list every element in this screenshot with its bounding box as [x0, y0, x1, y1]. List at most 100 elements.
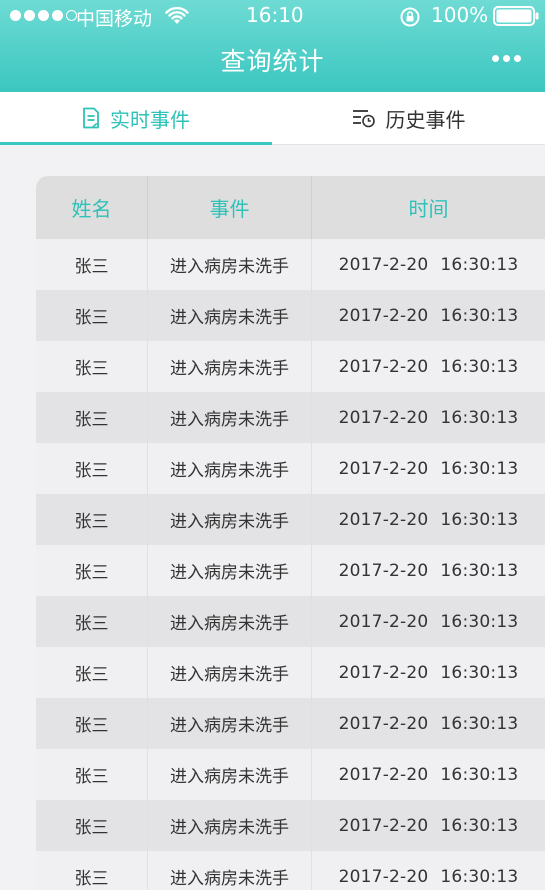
cell-event: 进入病房未洗手 [148, 290, 312, 341]
table-row[interactable]: 张三 进入病房未洗手 2017-2-20 16:30:13 [36, 698, 545, 749]
battery-icon [493, 6, 539, 31]
cell-event: 进入病房未洗手 [148, 596, 312, 647]
cell-name: 张三 [36, 800, 148, 851]
table-row[interactable]: 张三 进入病房未洗手 2017-2-20 16:30:13 [36, 392, 545, 443]
cell-time-value: 16:30:13 [440, 254, 519, 275]
cell-date-value: 2017-2-20 [338, 815, 429, 836]
rotation-lock-icon [399, 6, 421, 33]
wifi-icon [165, 6, 189, 30]
page-title: 查询统计 [220, 47, 325, 76]
cell-time-value: 16:30:13 [440, 560, 519, 581]
cell-time: 2017-2-20 16:30:13 [312, 392, 545, 443]
cell-name: 张三 [36, 647, 148, 698]
cell-date-value: 2017-2-20 [338, 458, 429, 479]
status-bar: 中国移动 16:10 100% [0, 0, 545, 32]
cell-time-value: 16:30:13 [440, 356, 519, 377]
battery-percent: 100% [431, 3, 489, 27]
cell-time: 2017-2-20 16:30:13 [312, 596, 545, 647]
cell-time-value: 16:30:13 [440, 815, 519, 836]
cell-time: 2017-2-20 16:30:13 [312, 341, 545, 392]
history-list-icon [352, 110, 375, 128]
cell-date-value: 2017-2-20 [338, 866, 429, 887]
cell-name: 张三 [36, 290, 148, 341]
cell-time-value: 16:30:13 [440, 305, 519, 326]
cell-date-value: 2017-2-20 [338, 509, 429, 530]
cell-time-value: 16:30:13 [440, 509, 519, 530]
cell-date-value: 2017-2-20 [338, 713, 429, 734]
cell-date-value: 2017-2-20 [338, 305, 429, 326]
cell-time: 2017-2-20 16:30:13 [312, 800, 545, 851]
cell-time-value: 16:30:13 [440, 458, 519, 479]
table-row[interactable]: 张三 进入病房未洗手 2017-2-20 16:30:13 [36, 239, 545, 290]
cell-name: 张三 [36, 239, 148, 290]
signal-strength-icon [10, 10, 77, 21]
table-row[interactable]: 张三 进入病房未洗手 2017-2-20 16:30:13 [36, 596, 545, 647]
cell-time-value: 16:30:13 [440, 713, 519, 734]
cell-time: 2017-2-20 16:30:13 [312, 647, 545, 698]
cell-event: 进入病房未洗手 [148, 800, 312, 851]
table-row[interactable]: 张三 进入病房未洗手 2017-2-20 16:30:13 [36, 647, 545, 698]
cell-time: 2017-2-20 16:30:13 [312, 545, 545, 596]
table-row[interactable]: 张三 进入病房未洗手 2017-2-20 16:30:13 [36, 494, 545, 545]
cell-name: 张三 [36, 545, 148, 596]
table-row[interactable]: 张三 进入病房未洗手 2017-2-20 16:30:13 [36, 800, 545, 851]
active-tab-indicator [0, 142, 272, 145]
more-icon[interactable] [492, 55, 521, 62]
column-header-name[interactable]: 姓名 [36, 176, 148, 239]
cell-event: 进入病房未洗手 [148, 341, 312, 392]
cell-name: 张三 [36, 596, 148, 647]
cell-date-value: 2017-2-20 [338, 662, 429, 683]
cell-event: 进入病房未洗手 [148, 749, 312, 800]
cell-name: 张三 [36, 851, 148, 890]
table-row[interactable]: 张三 进入病房未洗手 2017-2-20 16:30:13 [36, 341, 545, 392]
cell-time-value: 16:30:13 [440, 407, 519, 428]
status-time: 16:10 [246, 3, 304, 27]
table-body: 张三 进入病房未洗手 2017-2-20 16:30:13 张三 进入病房未洗手 2017-… [36, 239, 545, 890]
table-row[interactable]: 张三 进入病房未洗手 2017-2-20 16:30:13 [36, 545, 545, 596]
cell-event: 进入病房未洗手 [148, 494, 312, 545]
cell-date-value: 2017-2-20 [338, 407, 429, 428]
table-row[interactable]: 张三 进入病房未洗手 2017-2-20 16:30:13 [36, 290, 545, 341]
tab-bar: 实时事件 历史事件 [0, 92, 545, 145]
cell-name: 张三 [36, 749, 148, 800]
table-header: 姓名 事件 时间 [36, 176, 545, 239]
cell-name: 张三 [36, 443, 148, 494]
cell-name: 张三 [36, 392, 148, 443]
cell-time: 2017-2-20 16:30:13 [312, 749, 545, 800]
table-row[interactable]: 张三 进入病房未洗手 2017-2-20 16:30:13 [36, 749, 545, 800]
cell-date-value: 2017-2-20 [338, 611, 429, 632]
table-row[interactable]: 张三 进入病房未洗手 2017-2-20 16:30:13 [36, 851, 545, 890]
cell-date-value: 2017-2-20 [338, 560, 429, 581]
column-header-time[interactable]: 时间 [312, 176, 545, 239]
cell-date-value: 2017-2-20 [338, 356, 429, 377]
cell-date-value: 2017-2-20 [338, 254, 429, 275]
tab-history-events[interactable]: 历史事件 [272, 92, 545, 144]
cell-time: 2017-2-20 16:30:13 [312, 851, 545, 890]
cell-time-value: 16:30:13 [440, 662, 519, 683]
cell-event: 进入病房未洗手 [148, 443, 312, 494]
cell-time: 2017-2-20 16:30:13 [312, 290, 545, 341]
cell-time: 2017-2-20 16:30:13 [312, 443, 545, 494]
cell-time: 2017-2-20 16:30:13 [312, 698, 545, 749]
cell-event: 进入病房未洗手 [148, 647, 312, 698]
carrier-name: 中国移动 [76, 8, 153, 30]
app-header: 中国移动 16:10 100% 查询统计 [0, 0, 545, 92]
tab-realtime-label: 实时事件 [110, 107, 190, 132]
cell-event: 进入病房未洗手 [148, 545, 312, 596]
table-row[interactable]: 张三 进入病房未洗手 2017-2-20 16:30:13 [36, 443, 545, 494]
cell-event: 进入病房未洗手 [148, 851, 312, 890]
cell-time-value: 16:30:13 [440, 866, 519, 887]
cell-time-value: 16:30:13 [440, 611, 519, 632]
cell-name: 张三 [36, 494, 148, 545]
column-header-event[interactable]: 事件 [148, 176, 312, 239]
cell-date-value: 2017-2-20 [338, 764, 429, 785]
cell-time: 2017-2-20 16:30:13 [312, 494, 545, 545]
cell-name: 张三 [36, 341, 148, 392]
cell-time: 2017-2-20 16:30:13 [312, 239, 545, 290]
cell-name: 张三 [36, 698, 148, 749]
cell-event: 进入病房未洗手 [148, 239, 312, 290]
tab-history-label: 历史事件 [385, 107, 466, 132]
document-icon [83, 107, 99, 129]
cell-event: 进入病房未洗手 [148, 392, 312, 443]
tab-realtime-events[interactable]: 实时事件 [0, 92, 272, 145]
